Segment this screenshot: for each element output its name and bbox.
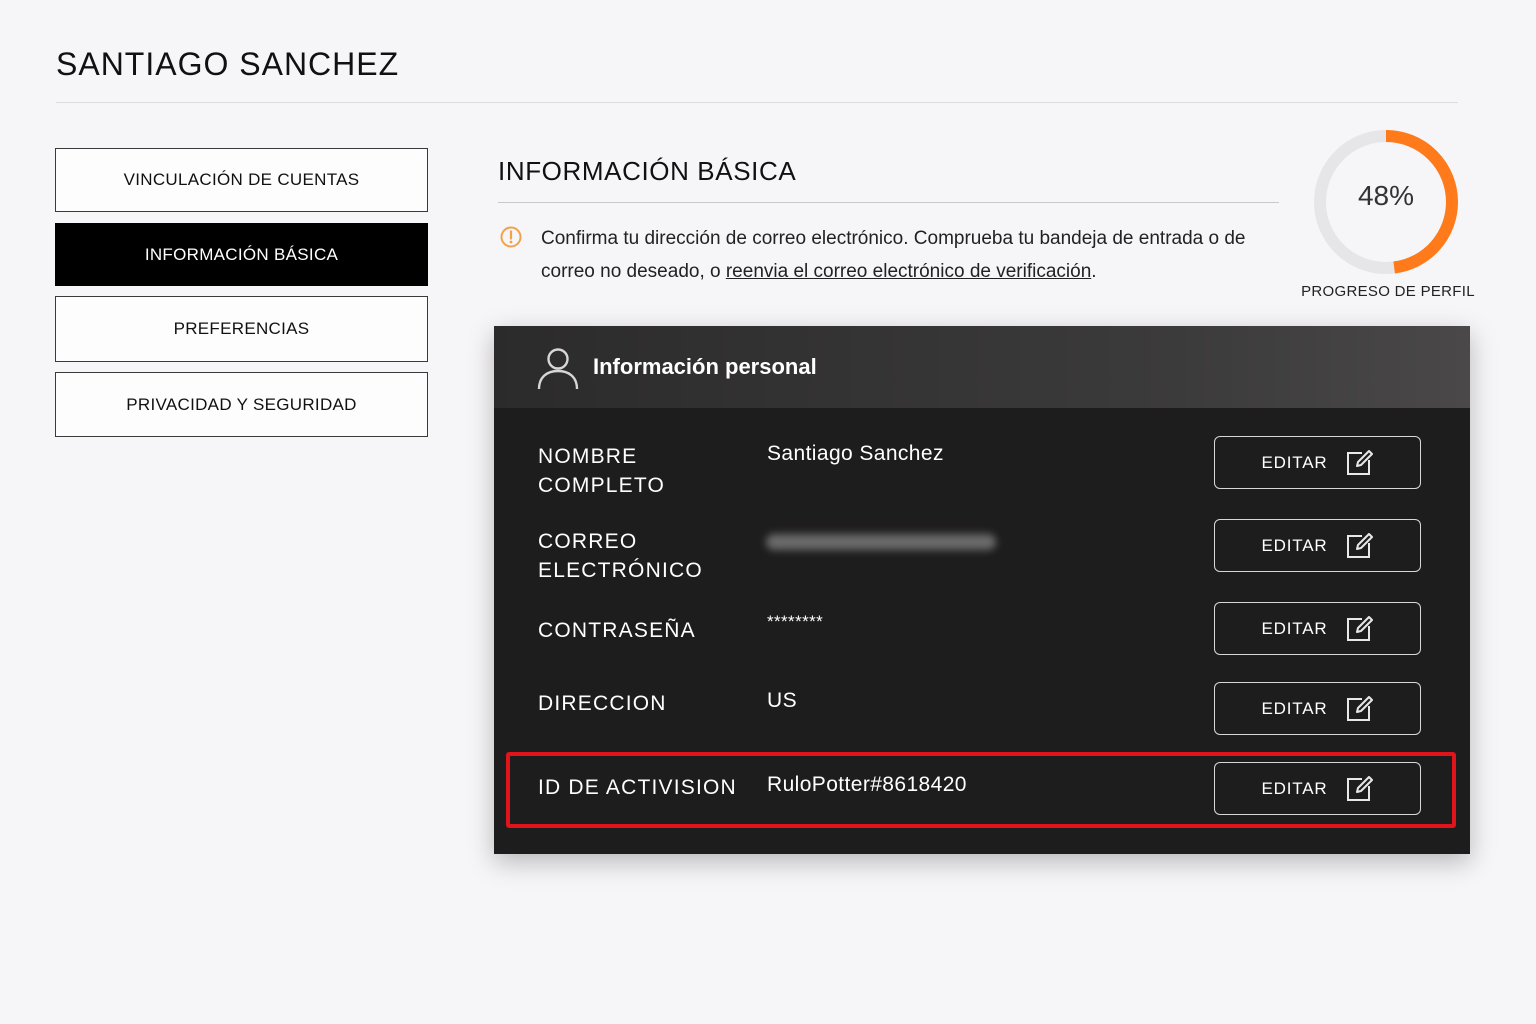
sidebar-item-privacidad[interactable]: PRIVACIDAD Y SEGURIDAD <box>55 372 428 437</box>
edit-activision-id-button[interactable]: EDITAR <box>1214 762 1421 815</box>
sidebar-item-label: INFORMACIÓN BÁSICA <box>144 244 339 264</box>
edit-button-label: EDITAR <box>1261 535 1328 555</box>
sidebar-item-preferencias[interactable]: PREFERENCIAS <box>55 296 428 362</box>
edit-button-label: EDITAR <box>1261 698 1328 718</box>
personal-info-card: Información personal NOMBRE COMPLETO San… <box>494 326 1470 854</box>
edit-icon <box>1347 532 1374 558</box>
field-value-direccion: US <box>767 689 797 712</box>
sidebar-item-label: PREFERENCIAS <box>173 319 310 338</box>
edit-icon <box>1347 695 1374 721</box>
email-verification-notice: Confirma tu dirección de correo electrón… <box>541 222 1281 288</box>
progress-label: PROGRESO DE PERFIL <box>1301 283 1475 300</box>
edit-button-label: EDITAR <box>1261 452 1328 472</box>
field-label-contrasena: CONTRASEÑA <box>538 619 696 642</box>
progress-value: 48% <box>1357 180 1415 211</box>
edit-correo-button[interactable]: EDITAR <box>1214 519 1421 572</box>
field-value-nombre: Santiago Sanchez <box>767 442 944 465</box>
title-divider <box>56 102 1458 103</box>
field-value-contrasena: ******** <box>767 612 824 631</box>
resend-verification-link[interactable]: reenvia el correo electrónico de verific… <box>726 261 1091 282</box>
section-divider <box>498 202 1279 203</box>
edit-icon <box>1347 775 1374 801</box>
edit-nombre-button[interactable]: EDITAR <box>1214 436 1421 489</box>
field-label-direccion: DIRECCION <box>538 692 667 715</box>
edit-button-label: EDITAR <box>1261 618 1328 638</box>
field-label-nombre: NOMBRE COMPLETO <box>538 445 666 497</box>
card-title: Información personal <box>593 354 817 379</box>
edit-icon <box>1347 615 1374 641</box>
field-label-activision-id: ID DE ACTIVISION <box>538 776 737 799</box>
field-label-correo: CORREO ELECTRÓNICO <box>538 530 703 582</box>
notice-text-end: . <box>1091 261 1097 282</box>
blurred-email-value <box>766 534 996 550</box>
edit-button-label: EDITAR <box>1261 778 1328 798</box>
page-title: SANTIAGO SANCHEZ <box>56 46 400 82</box>
sidebar-item-vinculacion[interactable]: VINCULACIÓN DE CUENTAS <box>55 148 428 212</box>
section-title: INFORMACIÓN BÁSICA <box>498 156 797 186</box>
sidebar: VINCULACIÓN DE CUENTAS INFORMACIÓN BÁSIC… <box>55 148 428 437</box>
sidebar-item-label: PRIVACIDAD Y SEGURIDAD <box>126 394 357 414</box>
sidebar-item-label: VINCULACIÓN DE CUENTAS <box>123 170 360 189</box>
user-icon <box>537 348 579 390</box>
edit-direccion-button[interactable]: EDITAR <box>1214 682 1421 735</box>
field-value-activision-id: RuloPotter#8618420 <box>767 773 967 796</box>
edit-contrasena-button[interactable]: EDITAR <box>1214 602 1421 655</box>
edit-icon <box>1347 449 1374 475</box>
card-header: Información personal <box>494 326 1470 408</box>
warning-circle-icon <box>500 226 522 248</box>
sidebar-item-informacion-basica[interactable]: INFORMACIÓN BÁSICA <box>55 223 428 286</box>
